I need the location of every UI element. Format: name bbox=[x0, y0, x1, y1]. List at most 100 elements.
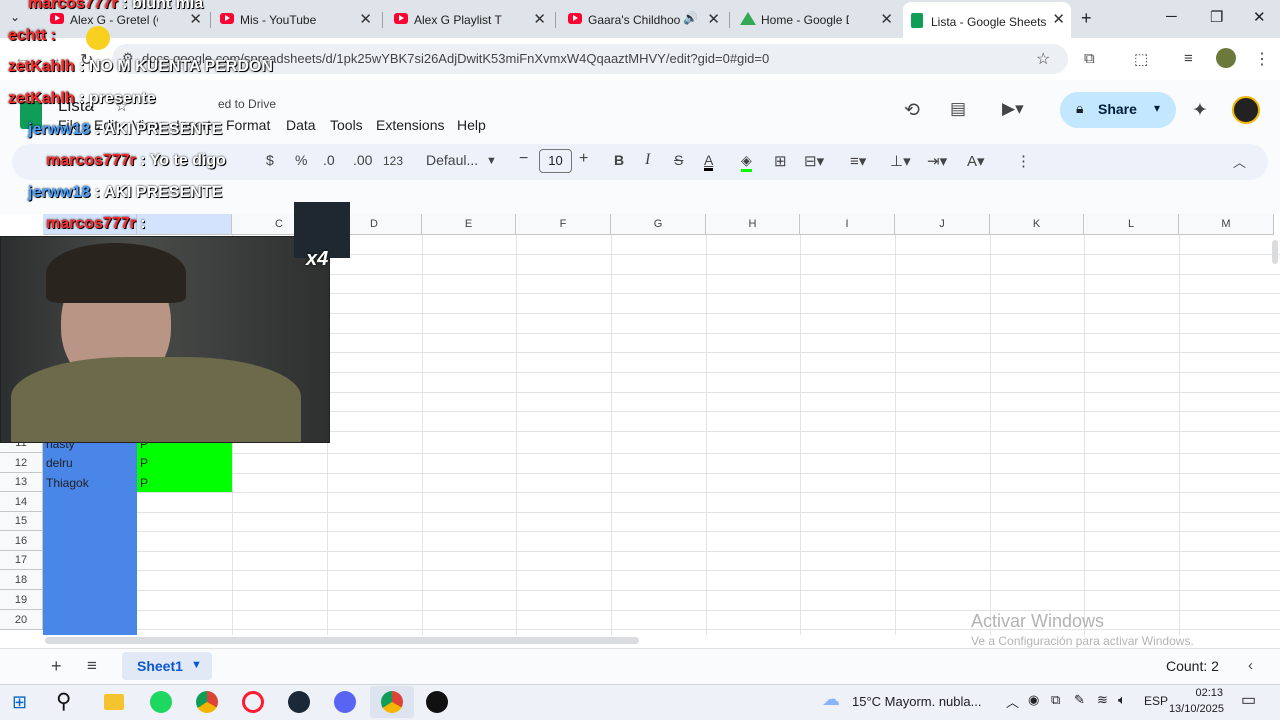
selection-count[interactable]: Count: 2 bbox=[1166, 658, 1219, 674]
discord-icon[interactable] bbox=[334, 691, 356, 713]
percent-format-button[interactable]: % bbox=[295, 152, 307, 168]
row-header[interactable]: 13 bbox=[0, 473, 43, 492]
borders-icon[interactable]: ⊞ bbox=[774, 152, 787, 170]
language-indicator[interactable]: ESP bbox=[1144, 694, 1168, 708]
browser-menu-icon[interactable]: ⋮ bbox=[1254, 49, 1270, 69]
menu-format[interactable]: Format bbox=[226, 117, 278, 133]
tab-mis-youtube[interactable]: Mis - YouTube ✕ bbox=[212, 6, 378, 34]
column-header-g[interactable]: G bbox=[611, 214, 706, 235]
more-toolbar-icon[interactable]: ⋮ bbox=[1016, 152, 1031, 170]
bookmark-star-icon[interactable]: ☆ bbox=[1036, 49, 1050, 69]
column-header-f[interactable]: F bbox=[516, 214, 611, 235]
font-dropdown-icon[interactable]: ▼ bbox=[486, 155, 497, 167]
weather-icon[interactable]: ☁ bbox=[822, 689, 840, 710]
profile-avatar[interactable] bbox=[1216, 48, 1236, 68]
tab-alex-g-playlist[interactable]: Alex G Playlist That Yo ✕ bbox=[386, 6, 552, 34]
media-control-icon[interactable]: ≡ bbox=[1184, 50, 1193, 67]
column-header-i[interactable]: I bbox=[800, 214, 895, 235]
tab-search-chevron-icon[interactable]: ⌄ bbox=[10, 10, 20, 24]
notifications-icon[interactable]: ▭ bbox=[1241, 690, 1256, 710]
extensions-icon[interactable]: ⧉ bbox=[1084, 50, 1095, 67]
vertical-align-icon[interactable]: ⊥▾ bbox=[890, 152, 911, 170]
sheet-tab-dropdown-icon[interactable]: ▼ bbox=[191, 659, 202, 671]
add-sheet-icon[interactable]: + bbox=[51, 656, 62, 677]
close-tab-icon[interactable]: ✕ bbox=[533, 10, 546, 28]
column-header-l[interactable]: L bbox=[1084, 214, 1179, 235]
number-format-button[interactable]: 123 bbox=[383, 154, 403, 168]
tab-capture-icon[interactable]: ⬚ bbox=[1134, 50, 1148, 68]
window-close-icon[interactable]: ✕ bbox=[1253, 8, 1266, 26]
column-header-j[interactable]: J bbox=[895, 214, 990, 235]
horizontal-align-icon[interactable]: ≡▾ bbox=[850, 152, 866, 170]
increase-decimal-button[interactable]: .00 bbox=[353, 152, 372, 168]
clock-date[interactable]: 13/10/2025 bbox=[1168, 703, 1224, 715]
minimize-icon[interactable]: ─ bbox=[1166, 8, 1177, 25]
text-wrapping-icon[interactable]: ⇥▾ bbox=[927, 152, 947, 170]
menu-help[interactable]: Help bbox=[457, 117, 486, 133]
decrease-decimal-button[interactable]: .0 bbox=[323, 152, 335, 168]
wifi-icon[interactable]: ≋ bbox=[1097, 692, 1108, 708]
row-header[interactable]: 15 bbox=[0, 512, 43, 531]
italic-button[interactable]: I bbox=[645, 151, 650, 169]
comments-icon[interactable]: ▤ bbox=[950, 99, 966, 119]
row-header[interactable]: 19 bbox=[0, 590, 43, 610]
meet-icon[interactable]: ▶▾ bbox=[1002, 99, 1024, 119]
tab-lista-google-sheets[interactable]: Lista - Google Sheets ✕ bbox=[903, 2, 1071, 38]
row-header[interactable]: 12 bbox=[0, 453, 43, 473]
menu-tools[interactable]: Tools bbox=[330, 117, 363, 133]
row-header[interactable]: 16 bbox=[0, 531, 43, 551]
text-rotation-icon[interactable]: A▾ bbox=[967, 152, 985, 170]
search-icon[interactable]: ⚲ bbox=[56, 689, 71, 714]
sheet-tab-sheet1[interactable]: Sheet1 ▼ bbox=[122, 652, 212, 680]
menu-data[interactable]: Data bbox=[286, 117, 316, 133]
row-header[interactable]: 14 bbox=[0, 492, 43, 512]
row-header[interactable]: 17 bbox=[0, 551, 43, 570]
cell-presence[interactable]: P bbox=[137, 453, 148, 473]
strikethrough-button[interactable]: S bbox=[674, 152, 683, 168]
currency-format-button[interactable]: $ bbox=[266, 152, 274, 168]
cell-name[interactable]: Thiagok bbox=[43, 473, 89, 493]
opera-icon[interactable] bbox=[242, 691, 264, 713]
close-tab-icon[interactable]: ✕ bbox=[359, 10, 372, 28]
collapse-toolbar-icon[interactable]: ︿ bbox=[1233, 152, 1246, 171]
tab-google-drive[interactable]: Home - Google Drive ✕ bbox=[733, 6, 899, 34]
close-tab-icon[interactable]: ✕ bbox=[880, 10, 893, 28]
gemini-icon[interactable]: ✦ bbox=[1192, 99, 1208, 122]
column-header-m[interactable]: M bbox=[1179, 214, 1274, 235]
all-sheets-icon[interactable]: ≡ bbox=[87, 656, 97, 676]
file-explorer-icon[interactable] bbox=[104, 694, 124, 710]
audio-playing-icon[interactable]: 🔊 bbox=[683, 11, 698, 25]
column-header-h[interactable]: H bbox=[706, 214, 800, 235]
volume-icon[interactable]: 🔈︎ bbox=[1118, 692, 1126, 708]
share-dropdown-icon[interactable]: ▾ bbox=[1154, 101, 1160, 115]
windows-start-icon[interactable]: ⊞ bbox=[12, 692, 27, 713]
tray-pen-icon[interactable]: ✎ bbox=[1074, 692, 1085, 708]
tray-capture-icon[interactable]: ⧉ bbox=[1051, 692, 1060, 708]
chrome-icon[interactable] bbox=[196, 691, 218, 713]
tray-chevron-icon[interactable]: ︿ bbox=[1006, 692, 1019, 711]
font-family-select[interactable]: Defaul... bbox=[426, 152, 478, 168]
restore-icon[interactable]: ❐ bbox=[1210, 8, 1223, 26]
row-header[interactable]: 20 bbox=[0, 610, 43, 630]
text-color-button[interactable]: A bbox=[704, 152, 714, 171]
vertical-scrollbar[interactable] bbox=[1272, 240, 1278, 264]
fill-color-icon[interactable]: ◈ bbox=[741, 152, 752, 172]
column-header-e[interactable]: E bbox=[422, 214, 516, 235]
clock-time[interactable]: 02:13 bbox=[1187, 687, 1223, 699]
chrome-active-icon[interactable] bbox=[381, 691, 403, 713]
column-header-b2[interactable] bbox=[137, 214, 232, 235]
increase-font-size-icon[interactable]: + bbox=[579, 150, 588, 168]
bold-button[interactable]: B bbox=[614, 152, 624, 168]
cell-presence[interactable]: P bbox=[137, 473, 148, 493]
close-tab-icon[interactable]: ✕ bbox=[1052, 10, 1065, 28]
account-avatar[interactable] bbox=[1232, 96, 1260, 124]
spotify-icon[interactable] bbox=[150, 691, 172, 713]
side-panel-toggle-icon[interactable]: ‹ bbox=[1248, 657, 1253, 674]
version-history-icon[interactable]: ⟲ bbox=[904, 99, 920, 122]
column-header-k[interactable]: K bbox=[990, 214, 1084, 235]
menu-extensions[interactable]: Extensions bbox=[376, 117, 444, 133]
weather-text[interactable]: 15°C Mayorm. nubla... bbox=[852, 694, 981, 709]
steam-icon[interactable] bbox=[288, 691, 310, 713]
merge-cells-icon[interactable]: ⊟▾ bbox=[804, 152, 824, 170]
new-tab-button[interactable]: + bbox=[1081, 8, 1092, 29]
